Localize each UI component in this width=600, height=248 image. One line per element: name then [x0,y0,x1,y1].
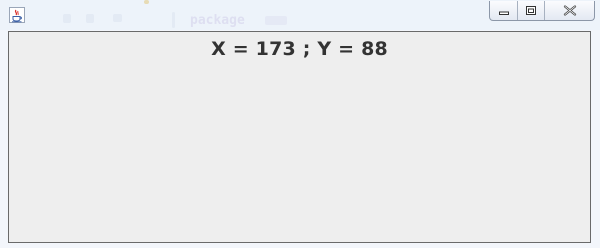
window-controls [489,1,595,21]
content-panel[interactable]: X = 173 ; Y = 88 [8,31,591,243]
title-bar[interactable] [0,0,600,30]
minimize-icon [498,11,509,15]
close-icon [563,5,576,16]
close-button[interactable] [545,1,594,20]
java-app-icon[interactable] [9,7,25,23]
minimize-button[interactable] [490,1,518,20]
coordinate-label: X = 173 ; Y = 88 [211,38,388,60]
maximize-button[interactable] [518,1,545,20]
maximize-icon [526,6,536,15]
java-cup-icon [12,9,22,23]
app-window: X = 173 ; Y = 88 [0,0,600,248]
